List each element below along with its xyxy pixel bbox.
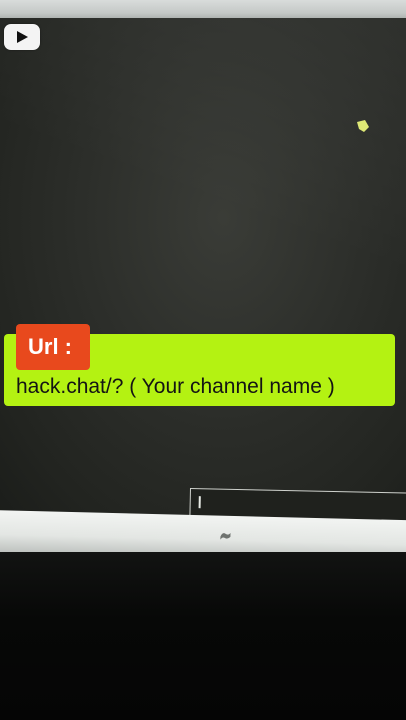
text-caret: [198, 496, 201, 509]
play-icon: [17, 31, 28, 43]
dark-surroundings: [0, 552, 406, 720]
url-tag: Url :: [16, 324, 90, 370]
mouse-pointer-icon: [357, 120, 369, 132]
photo-frame: hack.chat/? ( Your channel name ) Url :: [0, 0, 406, 720]
video-play-badge[interactable]: [4, 24, 40, 50]
monitor-brand-logo-icon: [220, 532, 231, 540]
url-caption-text: hack.chat/? ( Your channel name ): [16, 375, 335, 398]
monitor-screen: [0, 18, 406, 518]
screen-reflection: [0, 18, 406, 518]
